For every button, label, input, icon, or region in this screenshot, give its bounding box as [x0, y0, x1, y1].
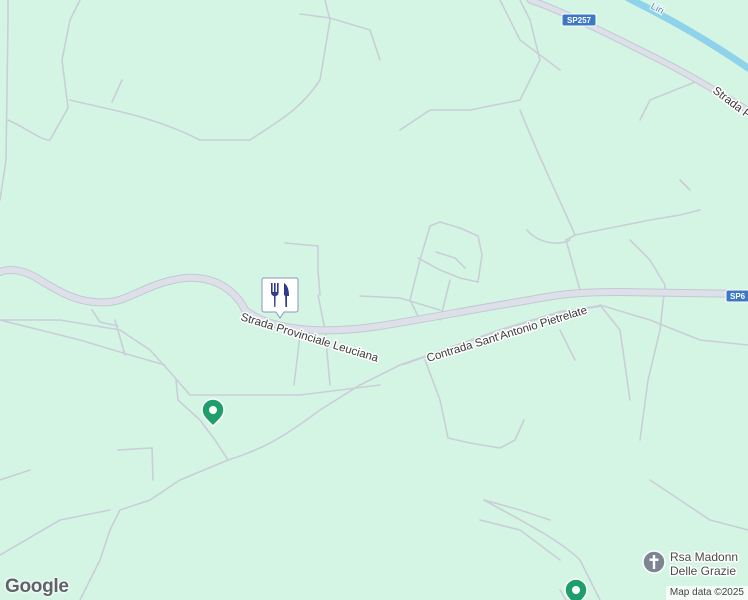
place-pin-bottom[interactable] [564, 578, 588, 600]
church-label-line1: Rsa Madonn [670, 550, 738, 564]
place-pin-icon [572, 586, 580, 594]
church-label-line2: Delle Grazie [670, 564, 736, 578]
restaurant-marker[interactable] [261, 277, 299, 319]
map-attribution[interactable]: Map data ©2025 [665, 586, 748, 600]
route-shield-sp6: SP6 [725, 289, 748, 303]
route-shield-sp257: SP257 [561, 13, 597, 27]
place-pin-icon [209, 406, 217, 414]
svg-text:SP257: SP257 [567, 16, 592, 25]
church-poi[interactable] [642, 550, 666, 574]
svg-text:SP6: SP6 [730, 292, 746, 301]
map-canvas[interactable]: Strada Provinciale Leuciana Contrada San… [0, 0, 748, 600]
google-logo: Google [5, 576, 69, 597]
